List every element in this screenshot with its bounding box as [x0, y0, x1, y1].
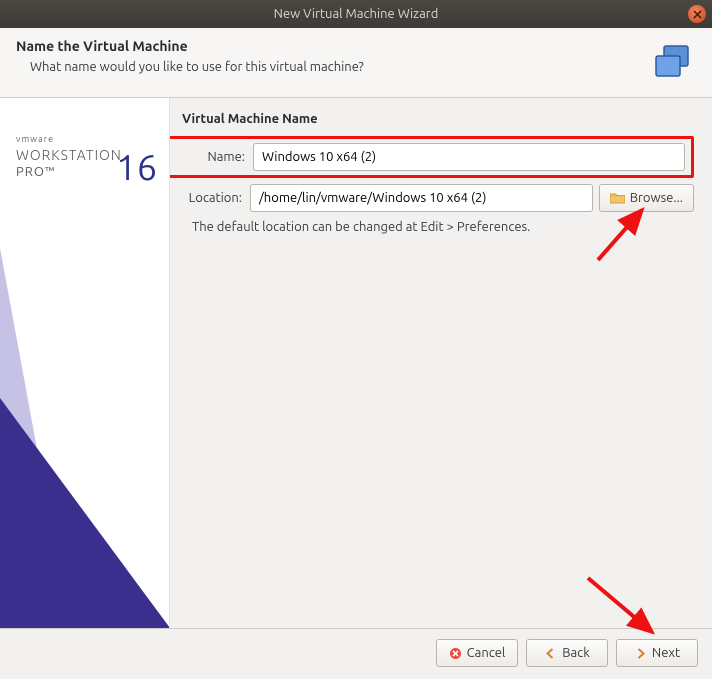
browse-label: Browse... [630, 191, 683, 205]
logo-product-line2: PRO™ [16, 164, 122, 181]
page-subheading: What name would you like to use for this… [16, 60, 696, 74]
cancel-button[interactable]: Cancel [436, 639, 518, 667]
browse-button[interactable]: Browse... [599, 184, 694, 212]
vm-location-input[interactable] [250, 184, 593, 212]
back-button[interactable]: Back [526, 639, 608, 667]
logo-version: 16 [116, 144, 158, 191]
logo-product-line1: WORKSTATION [16, 146, 122, 164]
wizard-footer: Cancel Back Next [0, 628, 712, 679]
cancel-icon [449, 647, 462, 660]
next-button[interactable]: Next [616, 639, 698, 667]
close-button[interactable] [688, 5, 706, 23]
logo-brand: vmware [16, 134, 122, 146]
page-heading: Name the Virtual Machine [16, 38, 696, 54]
close-icon [693, 10, 702, 19]
wizard-header: Name the Virtual Machine What name would… [0, 28, 712, 98]
wizard-content: Virtual Machine Name Name: Location: Bro… [170, 98, 712, 628]
name-label: Name: [185, 150, 253, 164]
next-icon [634, 647, 647, 660]
section-title: Virtual Machine Name [182, 112, 694, 126]
vm-icon [650, 42, 694, 86]
back-icon [544, 647, 557, 660]
location-label: Location: [182, 191, 250, 205]
vm-name-input[interactable] [253, 143, 685, 171]
window-title: New Virtual Machine Wizard [274, 7, 439, 21]
location-hint: The default location can be changed at E… [192, 220, 694, 234]
cancel-label: Cancel [467, 646, 506, 660]
next-label: Next [652, 646, 680, 660]
sidebar-branding: vmware WORKSTATION PRO™ 16 [0, 98, 170, 628]
name-row-highlight: Name: [164, 136, 694, 178]
folder-icon [610, 192, 625, 204]
back-label: Back [562, 646, 590, 660]
titlebar: New Virtual Machine Wizard [0, 0, 712, 28]
